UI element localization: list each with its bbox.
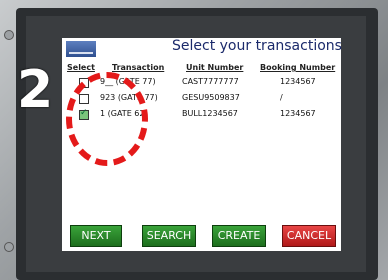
booking-number-cell: / <box>280 93 283 102</box>
search-button[interactable]: SEARCH <box>142 225 196 247</box>
bolt-icon <box>4 30 14 40</box>
cancel-button[interactable]: CANCEL <box>282 225 336 247</box>
booking-number-cell: 1234567 <box>280 77 316 86</box>
header-select: Select <box>67 63 95 72</box>
company-logo <box>66 41 96 57</box>
page-title: Select your transactions. <box>172 38 341 54</box>
create-button[interactable]: CREATE <box>212 225 266 247</box>
bolt-icon <box>4 242 14 252</box>
unit-number-cell: GESU9509837 <box>182 93 240 102</box>
unit-number-cell: CAST7777777 <box>182 77 239 86</box>
unit-number-cell: BULL1234567 <box>182 109 238 118</box>
highlight-circle <box>66 72 148 166</box>
booking-number-cell: 1234567 <box>280 109 316 118</box>
next-button[interactable]: NEXT <box>70 225 122 247</box>
header-booking-number: Booking Number <box>260 63 336 72</box>
header-unit-number: Unit Number <box>186 63 244 72</box>
step-number: 2 <box>17 60 54 120</box>
header-transaction: Transaction <box>112 63 165 72</box>
